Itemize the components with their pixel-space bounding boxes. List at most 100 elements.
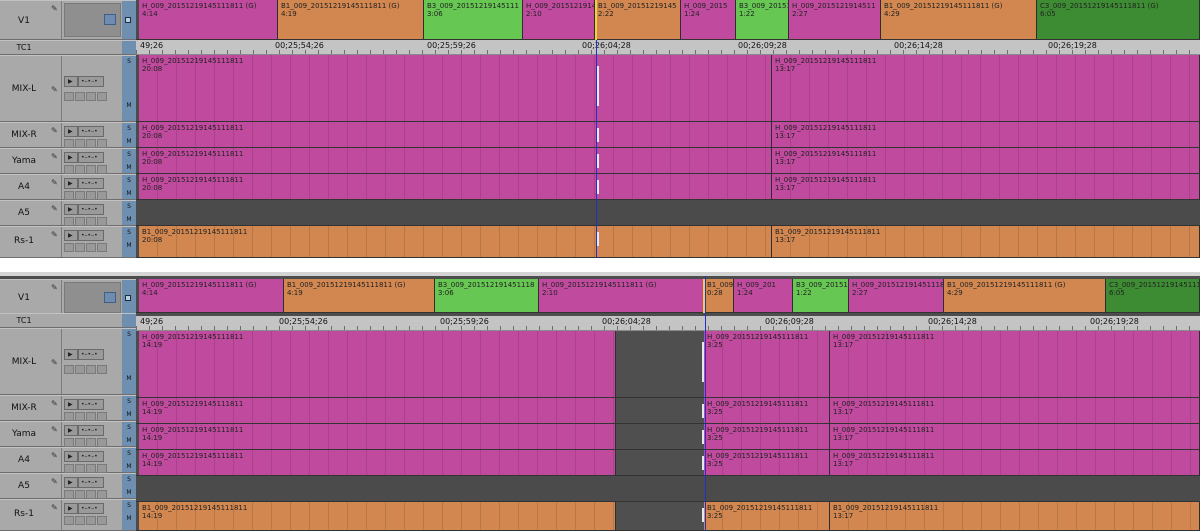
mute-m-icon[interactable]: M	[125, 190, 133, 197]
video-clip[interactable]: H_009_2015121914 2:10	[523, 0, 595, 39]
mute-m-icon[interactable]: M	[125, 375, 133, 382]
video-clip[interactable]: H_009_2015 1:24	[681, 0, 736, 39]
audio-patch-grid[interactable]	[64, 412, 108, 421]
video-monitor-box[interactable]	[64, 282, 121, 313]
audio-track-mixl[interactable]: H_009_20151219145111811 14:19 H_009_20151…	[136, 331, 1200, 398]
track-header-mixr[interactable]: MIX-R S M	[0, 122, 182, 148]
audio-track-yama[interactable]: H_009_20151219145111811 20:08 H_009_20151…	[136, 148, 1200, 174]
audio-track-mixr[interactable]: H_009_20151219145111811 14:19 H_009_20151…	[136, 398, 1200, 424]
play-icon[interactable]	[64, 204, 78, 215]
track-header-yama[interactable]: Yama S M	[0, 148, 182, 174]
waveform-icon[interactable]	[78, 503, 104, 514]
audio-track-mixl[interactable]: H_009_20151219145111811 20:08 H_009_20151…	[136, 55, 1200, 122]
audio-controls[interactable]	[64, 425, 182, 437]
audio-patch-grid[interactable]	[64, 438, 108, 447]
timecode-ruler[interactable]: 49;26 00;25;54;26 00;25;59;26 00;26;04;2…	[136, 316, 1200, 331]
play-icon[interactable]	[64, 230, 78, 241]
waveform-icon[interactable]	[78, 399, 104, 410]
audio-clip[interactable]: H_009_20151219145111811 13:17	[772, 122, 1200, 147]
mute-m-icon[interactable]: M	[125, 216, 133, 223]
track-square-icon[interactable]	[125, 294, 131, 301]
track-header-a4[interactable]: A4 S M	[0, 174, 182, 200]
mute-m-icon[interactable]: M	[125, 411, 133, 418]
video-clip[interactable]: H_009_20151219145111811 (G) 2:10	[539, 279, 704, 312]
audio-track-yama[interactable]: H_009_20151219145111811 14:19 H_009_20151…	[136, 424, 1200, 450]
solo-s-icon[interactable]: S	[125, 203, 133, 210]
audio-clip[interactable]: H_009_20151219145111811 3:25	[704, 424, 830, 449]
play-icon[interactable]	[64, 503, 78, 514]
audio-clip[interactable]: H_009_20151219145111811 20:08	[139, 148, 772, 173]
video-clip[interactable]: C3_009_20151219145111811 (G)6:05	[1106, 279, 1200, 312]
audio-patch-grid[interactable]	[64, 217, 108, 226]
play-icon[interactable]	[64, 399, 78, 410]
solo-s-icon[interactable]: S	[125, 450, 133, 457]
video-clip[interactable]: B3_009_201512191451118 3:06	[435, 279, 539, 312]
video-clip[interactable]: B3_009_20151219145111 3:06	[424, 0, 523, 39]
track-selector-tc1[interactable]	[122, 41, 136, 54]
audio-patch-grid[interactable]	[64, 516, 108, 525]
track-selector-tc1[interactable]	[122, 314, 136, 327]
video-clip[interactable]: H_009_2015121914511 2:27	[789, 0, 881, 39]
audio-clip[interactable]: H_009_20151219145111811 13:17	[830, 424, 1200, 449]
track-header-mixr[interactable]: MIX-R S M	[0, 395, 182, 421]
play-icon[interactable]	[64, 477, 78, 488]
play-icon[interactable]	[64, 451, 78, 462]
track-header-a5[interactable]: A5 S M	[0, 473, 182, 499]
track-header-yama[interactable]: Yama S M	[0, 421, 182, 447]
audio-clip[interactable]: H_009_20151219145111811 14:19	[139, 424, 616, 449]
track-selector-mixl[interactable]	[122, 56, 136, 121]
audio-patch-grid[interactable]	[64, 191, 108, 200]
audio-clip[interactable]: H_009_20151219145111811 20:08	[139, 174, 772, 199]
play-icon[interactable]	[64, 126, 78, 137]
audio-clip[interactable]: H_009_20151219145111811 3:25	[704, 398, 830, 423]
play-icon[interactable]	[64, 425, 78, 436]
track-header-rs1[interactable]: Rs-1 S M	[0, 499, 182, 531]
audio-clip[interactable]: H_009_20151219145111811 14:19	[139, 450, 616, 475]
video-clip[interactable]: C3_009_20151219145111811 (G)6:05	[1037, 0, 1200, 39]
play-icon[interactable]	[64, 152, 78, 163]
video-clip[interactable]: H_009_20151219145111811 (G) 4:14	[139, 0, 278, 39]
audio-track-mixr[interactable]: H_009_20151219145111811 20:08 H_009_20151…	[136, 122, 1200, 148]
audio-controls[interactable]	[64, 349, 182, 361]
solo-s-icon[interactable]: S	[125, 331, 133, 338]
video-clip[interactable]: B1_009_20151219145111811 (G) 4:29	[944, 279, 1106, 312]
waveform-icon[interactable]	[78, 349, 104, 360]
monitor-icon[interactable]	[104, 291, 116, 303]
solo-s-icon[interactable]: S	[125, 177, 133, 184]
video-clip[interactable]: B3_009_20151 1:22	[793, 279, 849, 312]
audio-controls[interactable]	[64, 230, 182, 242]
audio-track-rs1[interactable]: B1_009_20151219145111811 20:08 B1_009_201…	[136, 226, 1200, 258]
track-square-icon[interactable]	[125, 17, 131, 23]
audio-clip[interactable]: H_009_20151219145111811 20:08	[139, 55, 772, 121]
solo-s-icon[interactable]: S	[125, 58, 133, 65]
solo-s-icon[interactable]: S	[125, 424, 133, 431]
audio-controls[interactable]	[64, 503, 182, 515]
track-selector-mixl[interactable]	[122, 329, 136, 394]
video-clip[interactable]: B1_009_20151219145111811 (G) 4:19	[278, 0, 424, 39]
audio-patch-grid[interactable]	[64, 139, 108, 148]
audio-clip[interactable]: H_009_20151219145111811 13:17	[830, 398, 1200, 423]
track-header-rs1[interactable]: Rs-1 S M	[0, 226, 182, 258]
track-header-tc1[interactable]: TC1	[0, 313, 136, 328]
audio-clip[interactable]: B1_009_20151219145111811 3:25	[704, 502, 830, 530]
audio-patch-grid[interactable]	[64, 365, 108, 374]
audio-clip[interactable]: H_009_20151219145111811 13:17	[830, 331, 1200, 397]
mute-m-icon[interactable]: M	[125, 242, 133, 249]
track-header-v1[interactable]: V1	[0, 279, 136, 316]
audio-patch-grid[interactable]	[64, 243, 108, 252]
solo-s-icon[interactable]: S	[125, 502, 133, 509]
waveform-icon[interactable]	[78, 178, 104, 189]
video-clip[interactable]: B1_009_20151219145 2:22	[595, 0, 681, 39]
waveform-icon[interactable]	[78, 204, 104, 215]
video-clip[interactable]: H_009_20151219145111811 2:27	[849, 279, 944, 312]
video-clip[interactable]: B3_009_20151 1:22	[736, 0, 789, 39]
solo-s-icon[interactable]: S	[125, 151, 133, 158]
audio-clip[interactable]: B1_009_20151219145111811 14:19	[139, 502, 616, 530]
solo-s-icon[interactable]: S	[125, 476, 133, 483]
video-clip[interactable]: B1_009 0:28	[704, 279, 734, 312]
audio-track-a5[interactable]	[136, 476, 1200, 502]
audio-patch-grid[interactable]	[64, 490, 108, 499]
audio-clip[interactable]: H_009_20151219145111811 20:08	[139, 122, 772, 147]
audio-controls[interactable]	[64, 152, 182, 164]
mute-m-icon[interactable]: M	[125, 463, 133, 470]
